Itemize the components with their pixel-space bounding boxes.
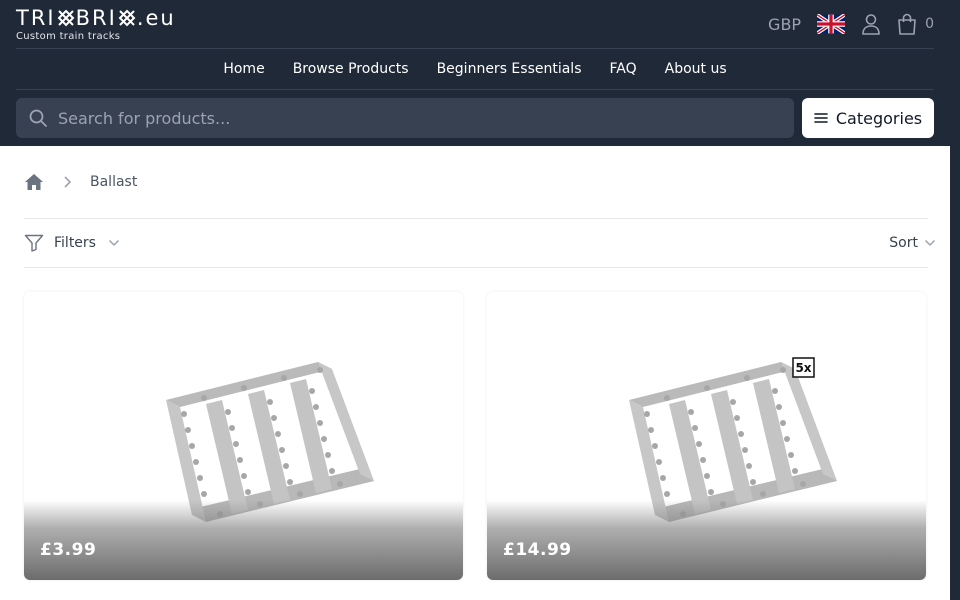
logo-tagline: Custom train tracks: [16, 31, 121, 42]
search-bar: [16, 98, 794, 138]
divider: [24, 218, 928, 219]
header-actions: GBP 0: [768, 10, 934, 38]
breadcrumb: Ballast: [24, 170, 137, 194]
badge-text: 5x: [795, 361, 811, 375]
breadcrumb-current: Ballast: [90, 174, 138, 190]
site-logo[interactable]: TRI BRI .eu Custom train tracks: [16, 6, 176, 42]
product-price: £3.99: [40, 540, 97, 560]
nav-home[interactable]: Home: [223, 56, 264, 82]
chevron-right-icon: [64, 176, 72, 188]
nav-divider: [16, 89, 934, 90]
product-card[interactable]: £3.99: [24, 292, 463, 580]
quantity-badge: 5x: [792, 357, 815, 378]
sort-button[interactable]: Sort: [889, 232, 936, 254]
nav-faq[interactable]: FAQ: [610, 56, 637, 82]
user-icon: [862, 14, 880, 35]
page-scrollbar[interactable]: [950, 0, 960, 600]
categories-label: Categories: [835, 108, 923, 128]
product-price: £14.99: [503, 540, 572, 560]
nav-about-us[interactable]: About us: [665, 56, 727, 82]
shopping-bag-icon: [898, 13, 916, 35]
search-icon: [29, 109, 47, 127]
logo-x-icon: [118, 9, 136, 27]
home-icon[interactable]: [24, 172, 44, 192]
uk-flag-icon[interactable]: [817, 14, 846, 34]
account-button[interactable]: [861, 13, 881, 35]
logo-text-tri: TRI: [16, 6, 56, 30]
filters-button[interactable]: Filters: [24, 232, 120, 254]
header-divider: [16, 48, 934, 49]
cart-button[interactable]: 0: [897, 13, 934, 35]
cart-count: 0: [925, 16, 934, 32]
product-card[interactable]: 5x £14.99: [487, 292, 926, 580]
logo-x-icon: [57, 9, 75, 27]
nav-beginners-essentials[interactable]: Beginners Essentials: [437, 56, 582, 82]
logo-text-domain: .eu: [136, 6, 176, 30]
main-nav: Home Browse Products Beginners Essential…: [0, 56, 950, 82]
search-input[interactable]: [58, 108, 758, 128]
logo-text-bri: BRI: [75, 6, 117, 30]
currency-selector[interactable]: GBP: [768, 15, 801, 34]
chevron-down-icon: [924, 239, 936, 247]
filter-icon: [24, 234, 44, 252]
nav-browse-products[interactable]: Browse Products: [293, 56, 409, 82]
menu-icon: [814, 113, 828, 123]
divider: [24, 267, 928, 268]
chevron-down-icon: [108, 239, 119, 247]
categories-button[interactable]: Categories: [802, 98, 934, 138]
site-header: TRI BRI .eu Custom train tracks GBP 0 Ho…: [0, 0, 950, 146]
sort-label: Sort: [889, 235, 918, 251]
filters-label: Filters: [54, 235, 96, 251]
